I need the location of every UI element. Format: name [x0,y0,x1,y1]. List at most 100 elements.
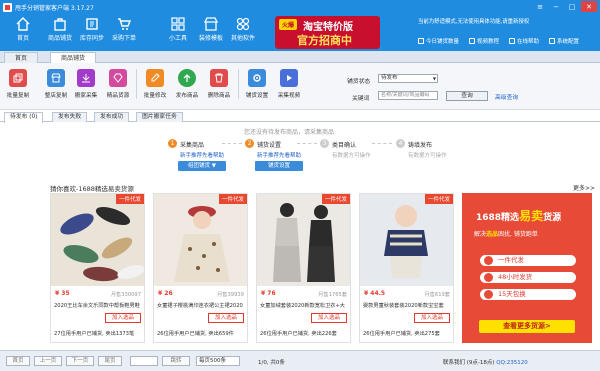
status-select[interactable]: 待发布 [378,74,438,83]
online-help-link[interactable]: 在线帮助 [509,37,539,45]
home-icon [16,17,30,31]
tab-home[interactable]: 首页 [4,52,39,63]
cart-icon [118,18,131,30]
step-note: 有数据方可操作 [332,153,371,159]
dropship-tag: 一件代发 [424,194,453,204]
step-connector [222,143,242,144]
more-source-button[interactable]: 查看更多货源> [479,320,575,333]
promo-line2: 官方招商中 [297,34,352,47]
add-to-selection-button[interactable]: 加入选品 [311,313,347,323]
delete-button[interactable]: 删除商品 [201,69,237,99]
more-link[interactable]: 更多>> [573,183,595,192]
empty-hint: 您还没有待发布商品，请采集商品 [244,129,335,136]
sync-icon [86,18,98,30]
keyword-input[interactable]: 名称/关键词/商品编码 [378,91,438,100]
delete-label: 删除商品 [207,93,231,99]
query-button[interactable]: 查询 [446,91,488,101]
collect-video-button[interactable]: 采集视频 [271,69,307,99]
trash-icon [210,69,228,87]
advanced-query-link[interactable]: 高级查询 [495,92,518,101]
step-title: 采集商品 [180,142,205,149]
publish-button[interactable]: 发布商品 [169,69,205,99]
page-number-input[interactable] [130,356,158,366]
dropship-tag: 一件代发 [218,194,247,204]
step-help-link[interactable]: 新手推荐先看帮助 [180,151,224,159]
promo-banner[interactable]: 火爆 淘宝特价版 官方招商中 [275,16,380,49]
page-tabs: 首页 商品铺货 [0,51,600,63]
product-card[interactable]: 一件代发 ¥ 35 月售330097 2020王比车余文乐同款中帮板鞋男鞋 加入… [50,193,145,343]
product-name[interactable]: 女童裙子樱桃满印连衣裙公主裙2020 [157,302,245,309]
ad-pill: 15天包换 [480,289,576,300]
product-image: 一件代发 [51,194,144,286]
batch-copy-label: 批量复制 [6,93,30,99]
batch-copy-button[interactable]: 批量复制 [0,69,36,99]
tab-goods[interactable]: 商品铺货 [50,52,97,63]
add-to-selection-button[interactable]: 加入选品 [105,313,141,323]
qq-link[interactable]: QQ:235120 [496,360,528,366]
ad-subtitle: 解决选品困扰, 铺货跑单 [474,231,538,238]
check-icon [484,290,493,299]
pagination-bar: 首页 上一页 下一页 尾页 跳转 每页500条 1/0, 共0条 联系我们 (9… [0,350,600,371]
minimize-button[interactable]: − [549,1,563,12]
recommend-heading: 猜你喜欢-1688精选易卖货源 [50,185,134,193]
step-number: 2 [245,139,254,148]
listing-settings-button[interactable]: 铺货设置 [239,69,275,99]
nav-purchase[interactable]: 采购下单 [104,17,144,49]
source-ad-banner[interactable]: 1688精选易卖货源 解决选品困扰, 铺货跑单 一件代发 48小时发货 15天包… [462,193,592,343]
first-page-button[interactable]: 首页 [6,356,30,366]
move-collect-button[interactable]: 搬家采集 [68,69,104,99]
last-page-button[interactable]: 尾页 [98,356,122,366]
prev-page-button[interactable]: 上一页 [34,356,62,366]
collect-video-label: 采集视频 [277,93,301,99]
product-stat: 26位甩手用户已铺货, 卖出226套 [260,331,337,337]
promo-line1: 淘宝特价版 [303,22,353,33]
close-button[interactable]: ✕ [581,1,597,12]
video-tutorial-link[interactable]: 视频教程 [469,37,499,45]
product-name[interactable]: 2020王比车余文乐同款中帮板鞋男鞋 [54,302,142,309]
publish-label: 发布商品 [175,93,199,99]
product-card[interactable]: 一件代发 ¥ 44.5 月售619套 婴款男童秋装套装2020新款宝宝套 加入选… [359,193,454,343]
gem-icon [109,69,127,87]
next-page-button[interactable]: 下一页 [66,356,94,366]
window-title: 甩手分销管家客户端 3.17.27 [15,4,94,12]
dropship-tag: 一件代发 [321,194,350,204]
settings-button[interactable]: 铺货设置 [255,161,303,171]
maximize-button[interactable]: □ [565,1,579,12]
premium-source-button[interactable]: 精品货源 [100,69,136,99]
system-config-label: 系统配置 [557,39,580,45]
nav-home[interactable]: 首页 [3,17,43,49]
step-title: 类目确认 [332,142,357,149]
store-icon [47,69,65,87]
app-logo-icon [3,2,12,12]
add-to-selection-button[interactable]: 加入选品 [208,313,244,323]
tab-image-move[interactable]: 图片搬家任务 [136,112,183,122]
goods-icon [54,18,66,31]
nav-other-apps[interactable]: 其他软件 [223,17,263,49]
gear-icon [248,69,266,87]
jump-button[interactable]: 跳转 [162,356,190,366]
page-info: 1/0, 共0条 [258,360,285,366]
product-name[interactable]: 婴款男童秋装套装2020新款宝宝套 [363,302,451,309]
today-count-label: 今日铺货数量 [426,39,460,45]
system-config-link[interactable]: 系统配置 [549,37,579,45]
ad-pill: 48小时发货 [480,272,576,283]
tab-success[interactable]: 发布成功 [94,112,130,122]
today-count-link[interactable]: 今日铺货数量 [418,37,459,45]
step-help-link[interactable]: 新手推荐先看帮助 [257,151,301,159]
product-name[interactable]: 女童加绒套装2020新款宽松卫衣+大 [260,302,348,309]
add-to-selection-button[interactable]: 加入选品 [414,313,450,323]
title-bar: 甩手分销管家客户端 3.17.27 ≡ − □ ✕ [0,0,600,14]
edit-icon [146,69,164,87]
batch-edit-button[interactable]: 批量修改 [137,69,173,99]
tab-pending[interactable]: 待发布 (0) [4,112,44,123]
tab-failed[interactable]: 发布失败 [52,112,88,122]
upload-icon [178,69,196,87]
product-card[interactable]: 一件代发 ¥ 76 月售1765套 女童加绒套装2020新款宽松卫衣+大 加入选… [256,193,351,343]
product-stat: 27位甩手用户已铺货, 卖出1373笔 [54,331,135,337]
move-collect-label: 搬家采集 [74,93,98,99]
collect-dropdown-button[interactable]: 组团铺货 ▼ [178,161,226,171]
per-page-select[interactable]: 每页500条 [196,356,240,366]
menu-button[interactable]: ≡ [533,1,547,12]
product-card[interactable]: 一件代发 ¥ 26 月售39939 女童裙子樱桃满印连衣裙公主裙2020 加入选… [153,193,248,343]
auth-notice[interactable]: 当前为舒适模式,无法使用具体功能,请重新授权 [418,18,593,26]
